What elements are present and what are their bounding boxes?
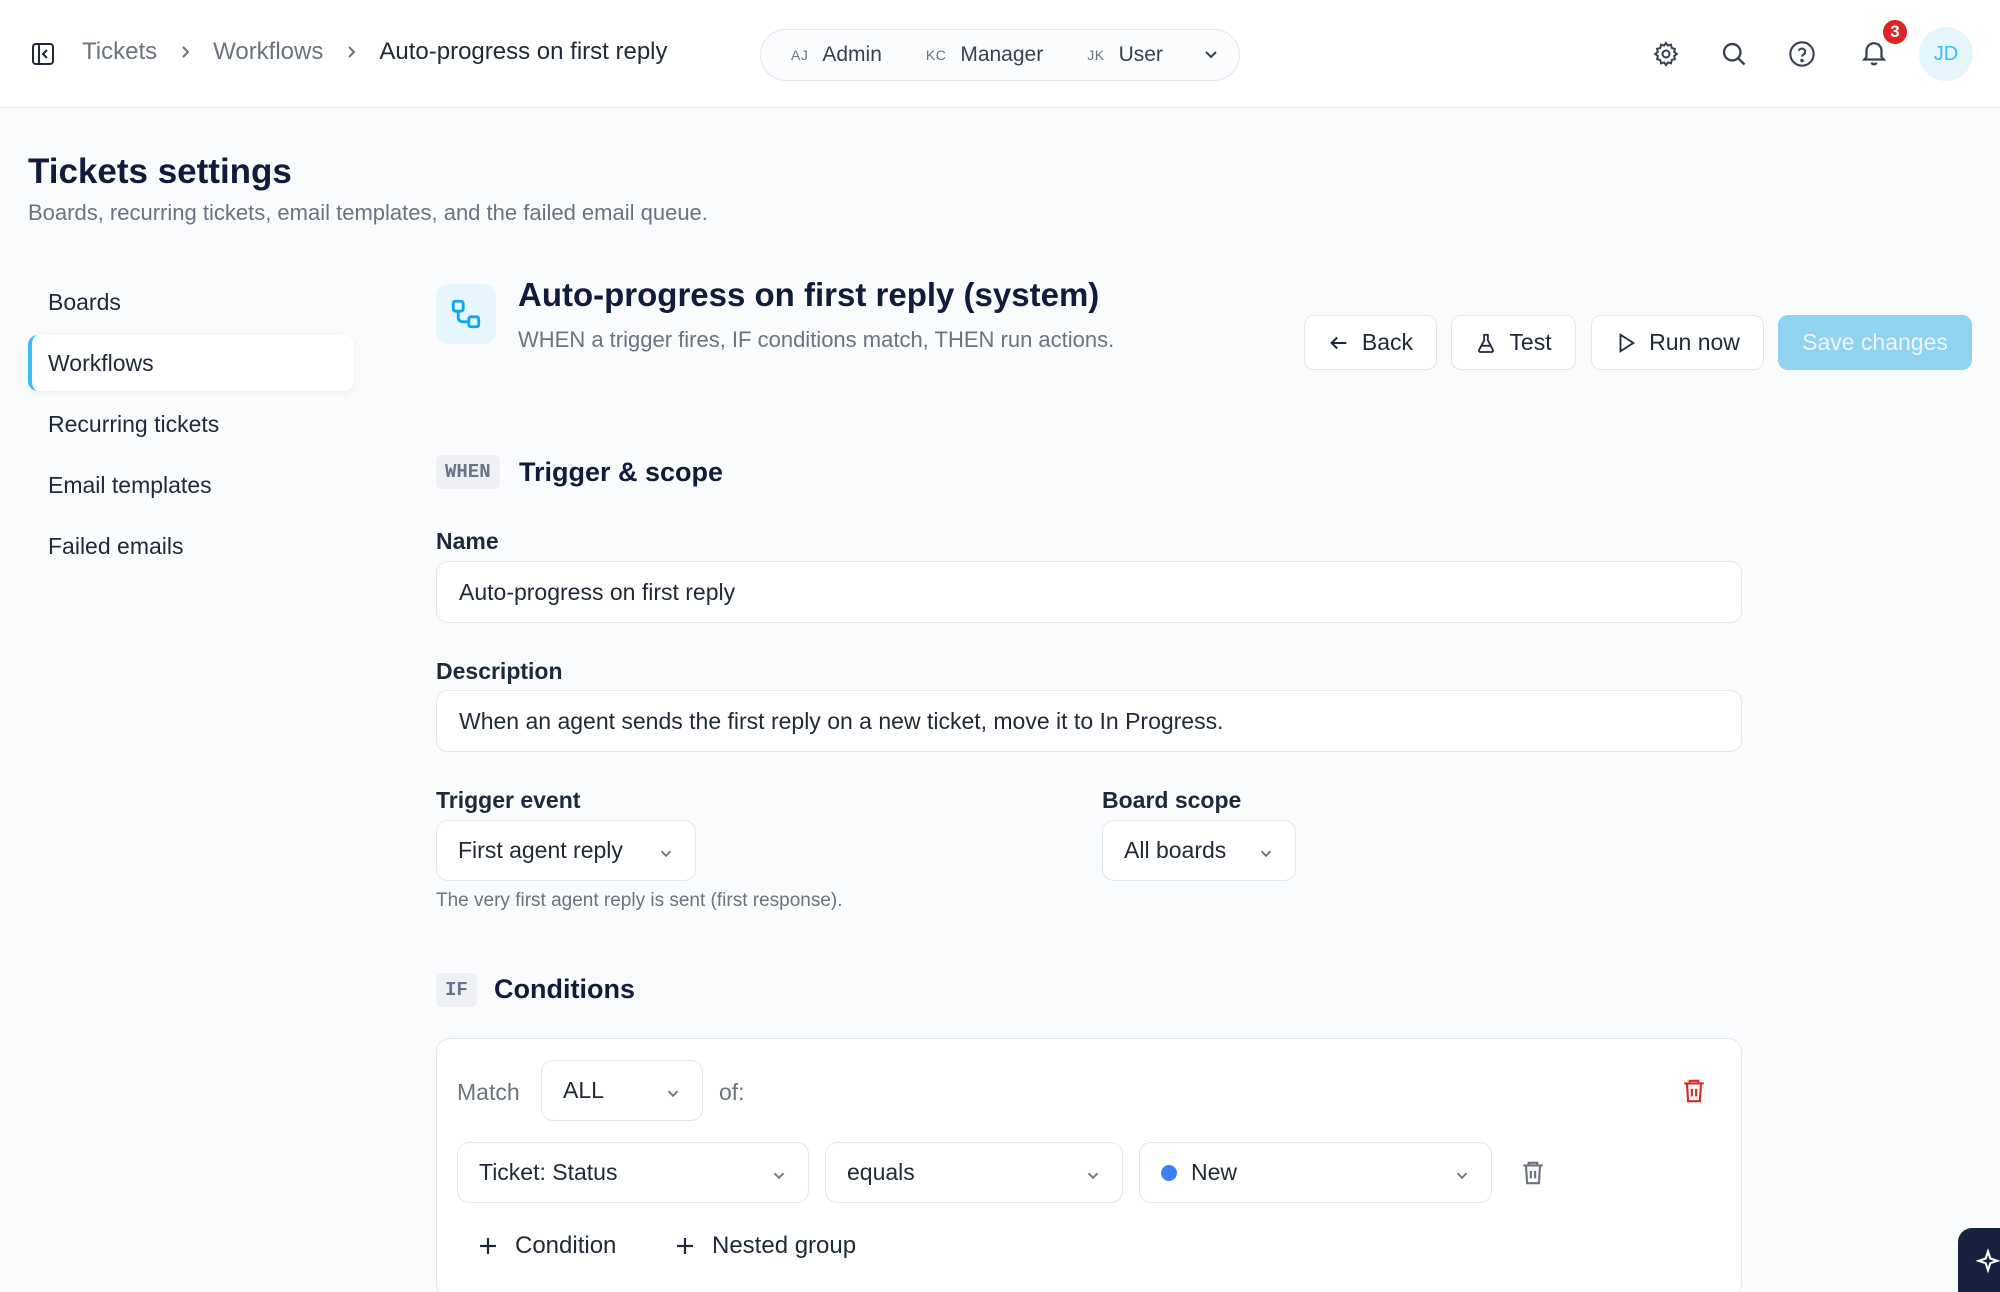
chevron-down-icon [1084, 1164, 1102, 1191]
trigger-section-title: Trigger & scope [519, 457, 724, 487]
chevron-down-icon [1257, 842, 1275, 869]
run-now-button-label: Run now [1649, 329, 1740, 355]
role-name: User [1118, 43, 1163, 66]
chevron-down-icon [770, 1164, 788, 1191]
gear-icon[interactable] [1650, 38, 1682, 70]
role-initials: JK [1087, 47, 1105, 63]
chevron-right-icon [157, 45, 213, 59]
conditions-section-title: Conditions [494, 974, 635, 1004]
test-button[interactable]: Test [1451, 315, 1576, 370]
settings-nav: Boards Workflows Recurring tickets Email… [28, 274, 354, 579]
role-switcher[interactable]: AJ Admin KC Manager JK User [760, 29, 1240, 81]
condition-field-select[interactable]: Ticket: Status [457, 1142, 809, 1203]
description-input[interactable]: When an agent sends the first reply on a… [436, 690, 1742, 752]
trigger-event-value: First agent reply [458, 837, 623, 863]
top-bar: Tickets Workflows Auto-progress on first… [0, 0, 2000, 108]
trigger-event-select[interactable]: First agent reply [436, 820, 696, 881]
name-input[interactable]: Auto-progress on first reply [436, 561, 1742, 623]
sidebar-toggle-icon[interactable] [30, 41, 56, 67]
chevron-down-icon [657, 842, 675, 869]
status-dot [1161, 1164, 1177, 1181]
role-name: Admin [822, 43, 882, 66]
breadcrumb-tickets[interactable]: Tickets [82, 38, 157, 66]
match-mode-select[interactable]: ALL [541, 1060, 703, 1121]
add-nested-group-label: Nested group [712, 1232, 857, 1259]
add-condition-label: Condition [515, 1232, 617, 1259]
page-title: Tickets settings [28, 152, 292, 191]
chevron-down-icon[interactable] [1201, 45, 1221, 70]
search-icon[interactable] [1718, 38, 1750, 70]
role-initials: KC [925, 47, 947, 63]
nav-item-recurring-tickets[interactable]: Recurring tickets [28, 396, 354, 452]
save-changes-button[interactable]: Save changes [1778, 315, 1972, 370]
condition-operator-value: equals [847, 1159, 915, 1185]
if-tag: IF [436, 973, 477, 1007]
trigger-event-hint: The very first agent reply is sent (firs… [436, 890, 843, 911]
condition-group: Match ALL of: Ticket: Status equals New … [436, 1038, 1742, 1292]
delete-group-icon[interactable] [1681, 1077, 1707, 1110]
sparkle-icon [1975, 1248, 2000, 1274]
add-condition-button[interactable]: Condition [477, 1232, 616, 1260]
description-label: Description [436, 658, 563, 684]
board-scope-value: All boards [1124, 837, 1227, 863]
nav-item-failed-emails[interactable]: Failed emails [28, 518, 354, 574]
workflow-title: Auto-progress on first reply (system) [518, 276, 1100, 313]
trigger-event-label: Trigger event [436, 787, 581, 813]
of-label: of: [719, 1079, 745, 1105]
test-button-label: Test [1509, 329, 1552, 355]
add-nested-group-button[interactable]: Nested group [674, 1232, 856, 1260]
back-button[interactable]: Back [1304, 315, 1437, 370]
flask-icon [1478, 333, 1495, 353]
plus-icon [480, 1238, 496, 1254]
chevron-right-icon [323, 45, 379, 59]
arrow-left-icon [1330, 336, 1347, 349]
play-icon [1619, 332, 1636, 353]
board-scope-select[interactable]: All boards [1102, 820, 1296, 881]
chevron-down-icon [1453, 1164, 1471, 1191]
workflow-icon [436, 284, 496, 344]
run-now-button[interactable]: Run now [1591, 315, 1764, 370]
nav-item-boards[interactable]: Boards [28, 274, 354, 330]
match-label: Match [457, 1079, 520, 1105]
role-manager[interactable]: KC Manager [926, 43, 1043, 67]
name-label: Name [436, 528, 499, 554]
match-mode-value: ALL [563, 1077, 604, 1103]
delete-condition-icon[interactable] [1520, 1159, 1546, 1192]
notification-badge: 3 [1881, 18, 1909, 46]
condition-operator-select[interactable]: equals [825, 1142, 1123, 1203]
condition-value: New [1191, 1159, 1238, 1185]
role-name: Manager [960, 43, 1044, 66]
when-tag: WHEN [436, 455, 500, 489]
help-icon[interactable] [1786, 38, 1818, 70]
role-admin[interactable]: AJ Admin [791, 43, 882, 67]
breadcrumb: Tickets Workflows Auto-progress on first… [82, 38, 668, 66]
nav-item-workflows[interactable]: Workflows [28, 335, 354, 391]
page-subtitle: Boards, recurring tickets, email templat… [28, 200, 708, 225]
assistant-launcher[interactable] [1958, 1228, 2000, 1292]
chevron-down-icon [664, 1082, 682, 1109]
plus-icon [677, 1238, 693, 1254]
role-user[interactable]: JK User [1087, 43, 1163, 67]
breadcrumb-workflows[interactable]: Workflows [213, 38, 323, 66]
board-scope-label: Board scope [1102, 787, 1242, 813]
workflow-subtitle: WHEN a trigger fires, IF conditions matc… [518, 327, 1115, 352]
nav-item-email-templates[interactable]: Email templates [28, 457, 354, 513]
avatar[interactable]: JD [1919, 27, 1973, 81]
breadcrumb-current: Auto-progress on first reply [379, 38, 668, 65]
back-button-label: Back [1361, 329, 1414, 355]
condition-value-select[interactable]: New [1139, 1142, 1492, 1203]
condition-field-value: Ticket: Status [479, 1159, 618, 1185]
role-initials: AJ [791, 47, 809, 63]
